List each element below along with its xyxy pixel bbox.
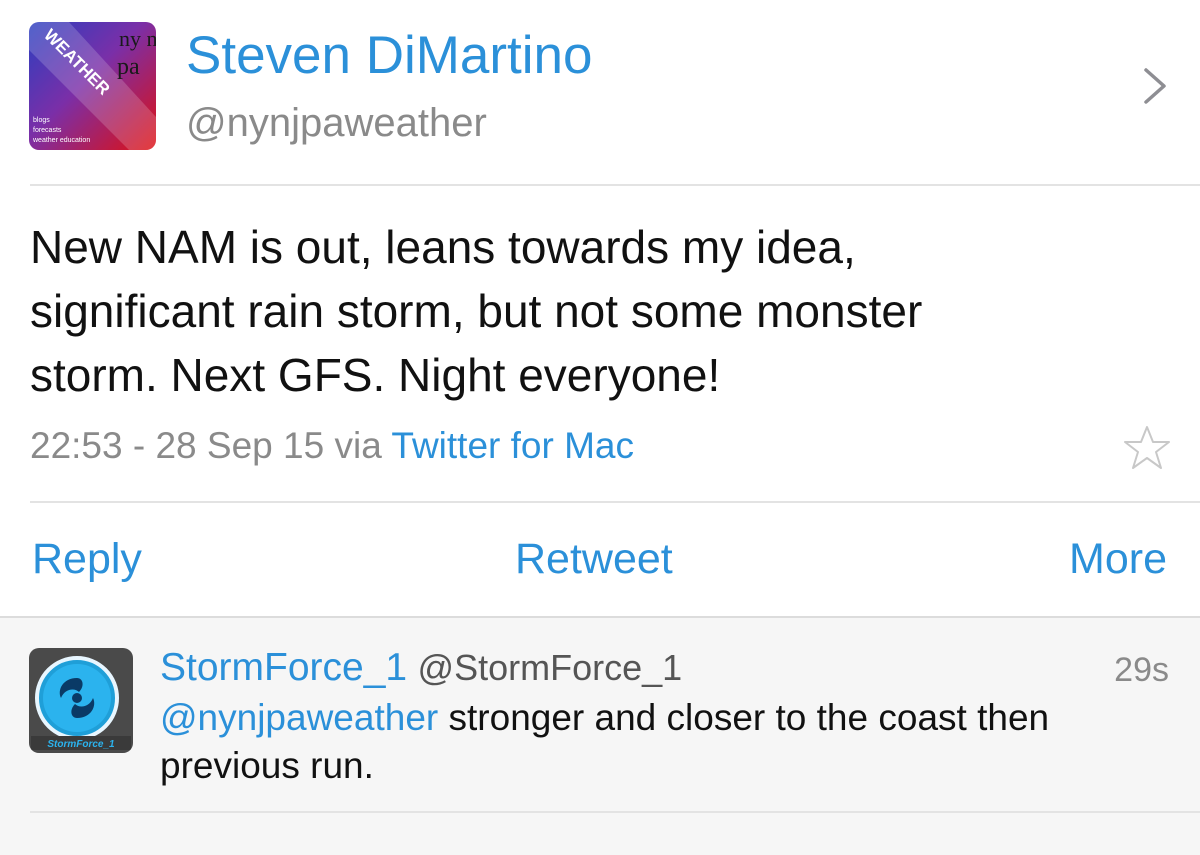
reply-author-name[interactable]: StormForce_1 bbox=[160, 646, 407, 689]
reply-header: StormForce_1 @StormForce_1 bbox=[160, 644, 682, 700]
author-handle[interactable]: @nynjpaweather bbox=[186, 100, 487, 146]
reply-button[interactable]: Reply bbox=[32, 533, 142, 585]
reply-text: @nynjpaweather stronger and closer to th… bbox=[160, 694, 1170, 790]
author-name[interactable]: Steven DiMartino bbox=[186, 26, 593, 87]
author-header[interactable]: ny nj pa WEATHER blogs forecasts weather… bbox=[0, 0, 1200, 184]
svg-text:StormForce_1: StormForce_1 bbox=[47, 739, 115, 750]
tweet-date-separator: - bbox=[122, 425, 156, 466]
svg-text:pa: pa bbox=[117, 54, 140, 80]
header-divider bbox=[30, 184, 1200, 186]
tweet-via-label: via bbox=[324, 425, 392, 466]
svg-text:ny nj: ny nj bbox=[119, 26, 156, 51]
reply-author-handle[interactable]: @StormForce_1 bbox=[418, 647, 683, 688]
reply-list: StormForce_1 StormForce_1 @StormForce_1 … bbox=[0, 616, 1200, 855]
reply-timestamp: 29s bbox=[1114, 651, 1169, 689]
hurricane-logo-icon: StormForce_1 bbox=[29, 648, 133, 753]
star-outline-icon[interactable] bbox=[1122, 424, 1172, 472]
tweet-detail-screen: ny nj pa WEATHER blogs forecasts weather… bbox=[0, 0, 1200, 855]
svg-text:forecasts: forecasts bbox=[33, 127, 62, 134]
reply-mention-link[interactable]: @nynjpaweather bbox=[160, 697, 438, 738]
svg-text:blogs: blogs bbox=[33, 117, 50, 124]
reply-divider bbox=[30, 811, 1200, 813]
tweet-text: New NAM is out, leans towards my idea, s… bbox=[30, 221, 923, 401]
chevron-right-icon[interactable] bbox=[1140, 66, 1170, 106]
author-avatar[interactable]: ny nj pa WEATHER blogs forecasts weather… bbox=[29, 22, 156, 150]
tweet-source-link[interactable]: Twitter for Mac bbox=[391, 425, 634, 466]
svg-text:weather education: weather education bbox=[32, 137, 90, 144]
tweet-time: 22:53 bbox=[30, 425, 123, 466]
retweet-button[interactable]: Retweet bbox=[515, 533, 673, 585]
more-button[interactable]: More bbox=[1069, 533, 1167, 585]
reply-avatar[interactable]: StormForce_1 bbox=[29, 648, 133, 753]
meta-divider bbox=[30, 501, 1200, 503]
nynjpa-weather-logo-icon: ny nj pa WEATHER blogs forecasts weather… bbox=[29, 22, 156, 150]
tweet-meta: 22:53 - 28 Sep 15 via Twitter for Mac bbox=[30, 422, 634, 470]
tweet-date: 28 Sep 15 bbox=[155, 425, 325, 466]
